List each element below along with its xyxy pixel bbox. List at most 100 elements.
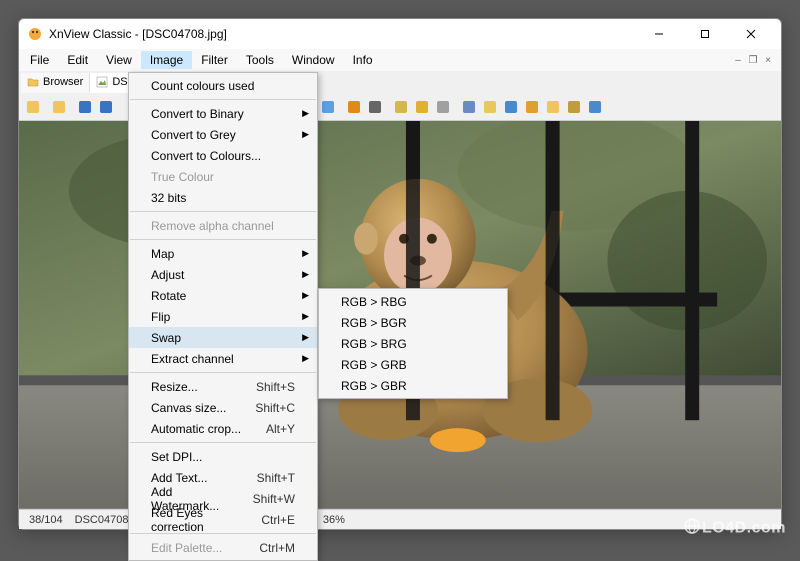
menu-item-32-bits[interactable]: 32 bits (129, 187, 317, 208)
menu-item-label: Canvas size... (151, 401, 226, 415)
menu-separator (130, 99, 316, 100)
chevron-right-icon: ▶ (302, 332, 309, 343)
menu-info[interactable]: Info (344, 51, 382, 69)
menu-view[interactable]: View (97, 51, 141, 69)
fullscreen-icon[interactable] (344, 97, 364, 117)
status-zoom: 36% (317, 514, 351, 526)
chevron-right-icon: ▶ (302, 290, 309, 301)
mdi-controls: – ❐ × (731, 53, 779, 67)
menu-item-label: Rotate (151, 289, 186, 303)
menu-item-true-colour: True Colour (129, 166, 317, 187)
menu-window[interactable]: Window (283, 51, 344, 69)
menu-item-resize[interactable]: Resize...Shift+S (129, 376, 317, 397)
wallpaper-icon[interactable] (522, 97, 542, 117)
globe-icon (684, 518, 700, 539)
swap-rgb-brg[interactable]: RGB > BRG (319, 333, 507, 354)
chevron-right-icon: ▶ (302, 108, 309, 119)
menu-item-label: Count colours used (151, 79, 254, 93)
menu-item-label: RGB > BGR (341, 316, 407, 330)
tab-label: Browser (43, 76, 83, 88)
folder-icon (27, 76, 39, 88)
menu-item-label: Automatic crop... (151, 422, 241, 436)
menu-shortcut: Ctrl+M (239, 541, 295, 555)
watermark-text: LO4D.com (702, 520, 786, 537)
menubar: FileEditViewImageFilterToolsWindowInfo –… (19, 49, 781, 71)
swap-submenu[interactable]: RGB > RBG RGB > BGR RGB > BRG RGB > GRB RGB … (318, 288, 508, 399)
new-folder-icon[interactable] (23, 97, 43, 117)
chevron-right-icon: ▶ (302, 353, 309, 364)
swap-rgb-rbg[interactable]: RGB > RBG (319, 291, 507, 312)
help-icon[interactable] (585, 97, 605, 117)
menu-item-map[interactable]: Map ▶ (129, 243, 317, 264)
menu-item-label: Map (151, 247, 174, 261)
menu-item-label: 32 bits (151, 191, 186, 205)
menu-separator (130, 239, 316, 240)
menu-item-flip[interactable]: Flip▶ (129, 306, 317, 327)
minimize-button[interactable] (637, 20, 681, 48)
settings-icon[interactable] (564, 97, 584, 117)
menu-item-automatic-crop[interactable]: Automatic crop... Alt+Y (129, 418, 317, 439)
window-title: XnView Classic - [DSC04708.jpg] (49, 27, 637, 41)
menu-item-label: Flip (151, 310, 170, 324)
menu-filter[interactable]: Filter (192, 51, 237, 69)
status-count: 38/104 (23, 514, 69, 526)
mail-icon[interactable] (480, 97, 500, 117)
menu-image[interactable]: Image (141, 51, 192, 69)
menu-item-convert-to-colours[interactable]: Convert to Colours... (129, 145, 317, 166)
menu-item-count-colours-used[interactable]: Count colours used (129, 75, 317, 96)
menu-item-label: Add Text... (151, 471, 207, 485)
dropdown-icon[interactable] (365, 97, 385, 117)
menu-item-label: Edit Palette... (151, 541, 222, 555)
rotate-right-icon[interactable] (318, 97, 338, 117)
menu-shortcut: Shift+W (233, 492, 295, 506)
menu-item-red-eyes-correction[interactable]: Red Eyes correctionCtrl+E (129, 509, 317, 530)
menu-item-label: Remove alpha channel (151, 219, 274, 233)
menu-separator (130, 372, 316, 373)
menu-item-label: Red Eyes correction (151, 506, 241, 534)
mdi-close-icon[interactable]: × (761, 53, 775, 67)
menu-tools[interactable]: Tools (237, 51, 283, 69)
app-icon (27, 26, 43, 42)
swap-rgb-grb[interactable]: RGB > GRB (319, 354, 507, 375)
menu-item-label: RGB > RBG (341, 295, 407, 309)
maximize-button[interactable] (683, 20, 727, 48)
menu-item-label: RGB > GRB (341, 358, 407, 372)
menu-edit[interactable]: Edit (58, 51, 97, 69)
chevron-right-icon: ▶ (302, 248, 309, 259)
menu-item-swap[interactable]: Swap▶ (129, 327, 317, 348)
menu-item-label: Convert to Colours... (151, 149, 261, 163)
export-icon[interactable] (412, 97, 432, 117)
close-button[interactable] (729, 20, 773, 48)
swap-rgb-gbr[interactable]: RGB > GBR (319, 375, 507, 396)
menu-item-label: True Colour (151, 170, 214, 184)
menu-item-convert-to-binary[interactable]: Convert to Binary▶ (129, 103, 317, 124)
mdi-minimize-icon[interactable]: – (731, 53, 745, 67)
mdi-restore-icon[interactable]: ❐ (746, 53, 760, 67)
menu-item-rotate[interactable]: Rotate ▶ (129, 285, 317, 306)
copy-icon[interactable] (391, 97, 411, 117)
menu-item-extract-channel[interactable]: Extract channel▶ (129, 348, 317, 369)
folder-gear-icon[interactable] (543, 97, 563, 117)
menu-shortcut: Alt+Y (246, 422, 295, 436)
window-controls (637, 20, 773, 48)
menu-item-label: RGB > GBR (341, 379, 407, 393)
menu-shortcut: Ctrl+E (241, 513, 295, 527)
print-icon[interactable] (433, 97, 453, 117)
menu-item-canvas-size[interactable]: Canvas size...Shift+C (129, 397, 317, 418)
chevron-right-icon: ▶ (302, 129, 309, 140)
menu-item-convert-to-grey[interactable]: Convert to Grey ▶ (129, 124, 317, 145)
tab-browser[interactable]: Browser (21, 73, 90, 93)
save-dropdown-icon[interactable] (96, 97, 116, 117)
titlebar: XnView Classic - [DSC04708.jpg] (19, 19, 781, 49)
menu-item-label: Resize... (151, 380, 198, 394)
menu-file[interactable]: File (21, 51, 58, 69)
menu-item-set-dpi[interactable]: Set DPI... (129, 446, 317, 467)
scanner-icon[interactable] (459, 97, 479, 117)
menu-item-adjust[interactable]: Adjust▶ (129, 264, 317, 285)
image-menu-dropdown[interactable]: Count colours usedConvert to Binary▶Conv… (128, 72, 318, 561)
swap-rgb-bgr[interactable]: RGB > BGR (319, 312, 507, 333)
menu-item-label: Convert to Grey (151, 128, 236, 142)
save-icon[interactable] (75, 97, 95, 117)
open-icon[interactable] (49, 97, 69, 117)
monitor-icon[interactable] (501, 97, 521, 117)
